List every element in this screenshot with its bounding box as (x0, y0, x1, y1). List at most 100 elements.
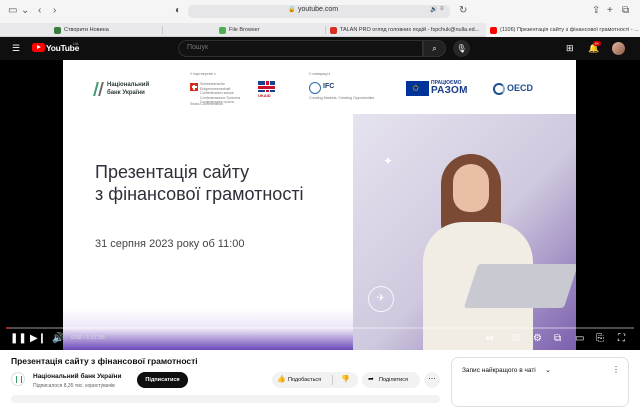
next-icon[interactable]: ▶❙ (30, 333, 46, 345)
ukaid-text: UKAID (258, 93, 271, 98)
chat-mode-label[interactable]: Запис найкращого в чаті (462, 367, 536, 374)
create-icon[interactable]: ⊞ (566, 43, 574, 53)
more-actions-button[interactable]: ⋯ (424, 372, 440, 388)
autoplay-toggle-icon[interactable]: ⏯ (486, 333, 494, 345)
tab-favicon-icon (330, 27, 337, 34)
browser-toolbar: ▭ ⌄ ‹ › ◐ 🔒 youtube.com 🔊 ≡ ↻ ⇪ + ⧉ (0, 0, 640, 23)
pause-icon[interactable]: ❚❚ (10, 333, 27, 345)
tab-label: Створити Новина (64, 27, 109, 33)
settings-icon[interactable]: ⚙ (533, 333, 542, 345)
slide-title-line1: Презентація сайту (95, 162, 250, 182)
tab-favicon-icon (219, 27, 226, 34)
miniplayer-icon[interactable]: ⧉ (554, 333, 561, 345)
subscribe-button[interactable]: Підписатися (137, 372, 188, 388)
more-vertical-icon[interactable]: ⋮ (612, 365, 620, 374)
tab-label: TALAN PRO огляд головних подій - fspchuk… (340, 27, 480, 33)
presenter-photo: ✦ ✈ (353, 114, 576, 350)
like-dislike-group: 👍 Подобається 👎 (272, 372, 358, 388)
like-label: Подобається (288, 377, 322, 383)
search-box[interactable] (178, 40, 423, 57)
search-button[interactable]: ⌕ (423, 40, 446, 57)
tab-label: (1106) Презентація сайту з фінансової гр… (500, 27, 639, 33)
thumbs-up-icon: 👍 (277, 376, 286, 383)
support-caption: У партнерстві з (190, 72, 216, 76)
razom-main: РАЗОМ (431, 85, 468, 96)
video-player[interactable]: Національний банк України У партнерстві … (0, 60, 640, 350)
tab-youtube-video[interactable]: (1106) Презентація сайту з фінансової гр… (486, 23, 640, 37)
volume-icon[interactable]: 🔊 (52, 333, 64, 345)
forward-icon[interactable]: › (53, 5, 56, 17)
youtube-logo-icon[interactable] (32, 43, 45, 52)
cast-icon[interactable]: ⎘ (596, 333, 604, 345)
new-tab-icon[interactable]: + (607, 5, 613, 17)
eu-flag-icon (406, 81, 429, 96)
chevron-down-icon[interactable]: ⌄ (545, 366, 551, 374)
share-toolbar-icon[interactable]: ⇪ (592, 5, 600, 17)
swiss-flag-icon (190, 83, 198, 91)
plane-icon: ✈ (368, 286, 394, 312)
address-bar[interactable]: 🔒 youtube.com 🔊 ≡ (188, 5, 450, 18)
youtube-header: ☰ YouTube UA ⌕ 🎙 ⊞ 🔔 9+ (0, 37, 640, 60)
oecd-logo-icon (493, 83, 505, 95)
tab-bar: Створити Новина File Browser TALAN PRO о… (0, 23, 640, 37)
lock-icon: 🔒 (288, 7, 296, 13)
search-input[interactable] (187, 44, 407, 51)
nbu-name-line1: Національний (107, 82, 150, 88)
sparkle-icon: ✦ (383, 154, 394, 168)
tab-stvoryty-novyna[interactable]: Створити Новина (50, 23, 160, 37)
ifc-sub: Creating Markets, Creating Opportunities (309, 96, 375, 100)
share-button[interactable]: ➦ Поділитися (362, 372, 420, 388)
share-arrow-icon: ➦ (368, 376, 374, 383)
theater-mode-icon[interactable]: ▭ (575, 333, 584, 345)
slide-title-line2: з фінансової грамотності (95, 184, 304, 204)
notification-badge: 9+ (593, 41, 601, 46)
voice-search-button[interactable]: 🎙 (453, 40, 470, 57)
tab-overview-icon[interactable]: ⧉ (622, 5, 629, 17)
description-box[interactable] (11, 395, 440, 403)
video-title: Презентація сайту з фінансової грамотнос… (11, 356, 198, 366)
partner-logos: Національний банк України У партнерстві … (63, 60, 576, 114)
tab-favicon-icon (490, 27, 497, 34)
video-frame: Національний банк України У партнерстві … (63, 60, 576, 350)
thumbs-down-icon: 👎 (341, 376, 350, 383)
channel-name[interactable]: Національний банк України (33, 373, 121, 380)
microphone-icon: 🎙 (456, 44, 467, 53)
audio-icon[interactable]: 🔊 (430, 6, 437, 13)
back-icon[interactable]: ‹ (38, 5, 41, 17)
dislike-button[interactable]: 👎 (333, 372, 358, 388)
more-horizontal-icon: ⋯ (428, 376, 436, 383)
photo-face (453, 164, 489, 212)
progress-bar[interactable] (6, 327, 634, 329)
reload-icon[interactable]: ↻ (459, 5, 467, 17)
uk-flag-icon (258, 81, 275, 92)
chevron-down-icon[interactable]: ⌄ (21, 5, 29, 17)
nbu-logo-icon (93, 82, 104, 96)
search-icon: ⌕ (432, 44, 437, 53)
subtitles-icon[interactable]: ⎚ (512, 333, 520, 345)
channel-avatar[interactable] (11, 372, 25, 386)
subscriber-count: Підписалося 8,35 тис. користувачів (33, 383, 115, 389)
nbu-name-line2: банк України (107, 90, 145, 96)
swiss-bottom: Swiss Confederation (190, 102, 223, 106)
tab-favicon-icon (54, 27, 61, 34)
privacy-shield-icon[interactable]: ◐ (175, 5, 181, 17)
laptop-shape (463, 264, 576, 308)
slide-date: 31 серпня 2023 року об 11:00 (95, 238, 245, 250)
progress-played (6, 327, 8, 329)
ifc-text: IFC (323, 83, 335, 90)
fullscreen-icon[interactable]: ⛶ (618, 333, 625, 345)
sidebar-toggle-icon[interactable]: ▭ (8, 5, 17, 17)
menu-icon[interactable]: ☰ (12, 43, 20, 53)
tab-file-browser[interactable]: File Browser (215, 23, 325, 37)
reader-icon[interactable]: ≡ (440, 6, 444, 12)
oecd-text: OECD (507, 83, 534, 93)
time-display: 0:02 / 1:17:35 (71, 335, 105, 341)
account-avatar[interactable] (612, 42, 625, 55)
like-button[interactable]: 👍 Подобається (272, 372, 332, 388)
player-controls: ❚❚ ▶❙ 🔊 0:02 / 1:17:35 ⏯ ⎚ ⚙ ⧉ ▭ ⎘ ⛶ (0, 330, 640, 350)
cooperation-caption: У співпраці з (309, 72, 331, 76)
ifc-logo-icon (309, 82, 321, 94)
url-text: youtube.com (298, 6, 339, 13)
tab-talan-pro[interactable]: TALAN PRO огляд головних подій - fspchuk… (326, 23, 484, 37)
region-code: UA (73, 41, 79, 46)
